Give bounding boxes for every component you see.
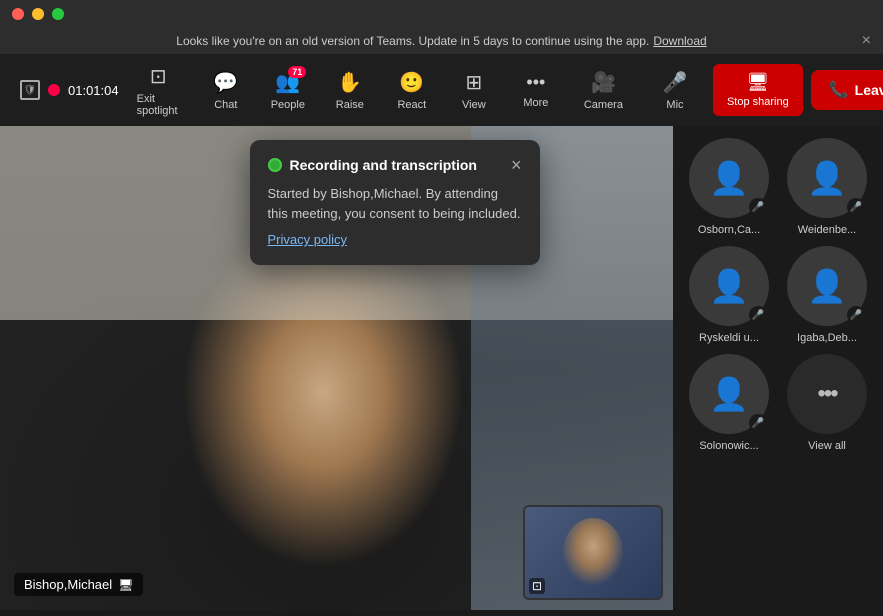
mic-indicator-osborn: 🎤 bbox=[749, 198, 767, 216]
video-area: Recording and transcription × Started by… bbox=[0, 126, 673, 610]
camera-icon: 🎥 bbox=[591, 70, 616, 95]
leave-label: Leave bbox=[855, 82, 883, 98]
toolbar-right: 🎥 Camera 🎤 Mic 🖥 Stop sharing 📞 Leave bbox=[570, 64, 883, 117]
speaker-name: Bishop,Michael bbox=[24, 577, 112, 592]
avatar-view-all: ••• bbox=[787, 354, 867, 434]
self-person-silhouette bbox=[563, 518, 623, 588]
people-badge: 71 bbox=[288, 66, 306, 78]
avatar-container-weidenbe: 👤 🎤 bbox=[787, 138, 867, 218]
view-button[interactable]: ⊞ View bbox=[444, 64, 504, 117]
popup-close-button[interactable]: × bbox=[511, 156, 522, 174]
raise-icon: ✋ bbox=[337, 70, 362, 95]
self-video-bg bbox=[525, 507, 661, 598]
participant-card-ryskeldi[interactable]: 👤 🎤 Ryskeldi u... bbox=[685, 246, 773, 344]
avatar-container-osborn: 👤 🎤 bbox=[689, 138, 769, 218]
self-video-thumbnail: ⊡ bbox=[523, 505, 663, 600]
banner-close-button[interactable]: × bbox=[862, 33, 871, 49]
chat-button[interactable]: 💬 Chat bbox=[196, 64, 256, 117]
raise-label: Raise bbox=[336, 99, 364, 111]
banner-text: Looks like you're on an old version of T… bbox=[176, 34, 649, 48]
react-button[interactable]: 🙂 React bbox=[382, 64, 442, 117]
toolbar: 🛡 01:01:04 ⊡ Exit spotlight 💬 Chat 👥71 P… bbox=[0, 54, 883, 126]
call-timer: 01:01:04 bbox=[68, 83, 119, 98]
react-icon: 🙂 bbox=[399, 70, 424, 95]
self-video-pip-icon: ⊡ bbox=[529, 578, 545, 594]
stop-sharing-label: Stop sharing bbox=[727, 96, 789, 108]
exit-spotlight-button[interactable]: ⊡ Exit spotlight bbox=[123, 58, 194, 123]
participant-card-igaba[interactable]: 👤 🎤 Igaba,Deb... bbox=[783, 246, 871, 344]
mic-indicator-solonowic: 🎤 bbox=[749, 414, 767, 432]
popup-title: Recording and transcription bbox=[290, 157, 477, 173]
popup-header: Recording and transcription × bbox=[268, 156, 522, 174]
avatar-container-solonowic: 👤 🎤 bbox=[689, 354, 769, 434]
popup-title-row: Recording and transcription bbox=[268, 157, 477, 173]
participant-name-solonowic: Solonowic... bbox=[699, 440, 758, 452]
avatar-container-view-all: ••• bbox=[787, 354, 867, 434]
mic-indicator-ryskeldi: 🎤 bbox=[749, 306, 767, 324]
avatar-container-igaba: 👤 🎤 bbox=[787, 246, 867, 326]
view-all-card[interactable]: ••• View all bbox=[783, 354, 871, 452]
chat-icon: 💬 bbox=[213, 70, 238, 95]
participant-name-igaba: Igaba,Deb... bbox=[797, 332, 857, 344]
raise-button[interactable]: ✋ Raise bbox=[320, 64, 380, 117]
stop-sharing-icon: 🖥 bbox=[746, 72, 769, 93]
privacy-policy-link[interactable]: Privacy policy bbox=[268, 232, 347, 247]
view-all-label: View all bbox=[808, 440, 846, 452]
mic-icon: 🎤 bbox=[663, 70, 688, 95]
people-icon: 👥71 bbox=[275, 70, 300, 95]
mic-label: Mic bbox=[666, 99, 683, 111]
more-label: More bbox=[523, 97, 548, 109]
popup-body-text: Started by Bishop,Michael. By attending … bbox=[268, 184, 522, 223]
mic-button[interactable]: 🎤 Mic bbox=[645, 64, 705, 117]
exit-spotlight-label: Exit spotlight bbox=[137, 93, 180, 117]
recording-popup: Recording and transcription × Started by… bbox=[250, 140, 540, 265]
minimize-button[interactable] bbox=[32, 8, 44, 20]
toolbar-center: ⊡ Exit spotlight 💬 Chat 👥71 People ✋ Rai… bbox=[123, 58, 566, 123]
speaker-name-badge: Bishop,Michael 🖥 bbox=[14, 573, 143, 596]
camera-button[interactable]: 🎥 Camera bbox=[570, 64, 637, 117]
record-indicator bbox=[48, 84, 60, 96]
people-button[interactable]: 👥71 People bbox=[258, 64, 318, 117]
participant-card-osborn[interactable]: 👤 🎤 Osborn,Ca... bbox=[685, 138, 773, 236]
update-banner: Looks like you're on an old version of T… bbox=[0, 28, 883, 54]
title-bar bbox=[0, 0, 883, 28]
participants-sidebar: 👤 🎤 Osborn,Ca... 👤 🎤 Weidenbe... 👤 🎤 Rys… bbox=[673, 126, 883, 610]
mic-indicator-weidenbe: 🎤 bbox=[847, 198, 865, 216]
close-button[interactable] bbox=[12, 8, 24, 20]
leave-button[interactable]: 📞 Leave bbox=[811, 70, 883, 110]
participant-name-ryskeldi: Ryskeldi u... bbox=[699, 332, 759, 344]
download-link[interactable]: Download bbox=[653, 34, 706, 48]
avatar-container-ryskeldi: 👤 🎤 bbox=[689, 246, 769, 326]
shield-icon: 🛡 bbox=[20, 80, 40, 100]
participant-card-weidenbe[interactable]: 👤 🎤 Weidenbe... bbox=[783, 138, 871, 236]
toolbar-left: 🛡 01:01:04 bbox=[20, 80, 119, 100]
leave-phone-icon: 📞 bbox=[829, 80, 849, 100]
participant-name-weidenbe: Weidenbe... bbox=[798, 224, 857, 236]
mic-indicator-igaba: 🎤 bbox=[847, 306, 865, 324]
view-label: View bbox=[462, 99, 486, 111]
maximize-button[interactable] bbox=[52, 8, 64, 20]
react-label: React bbox=[397, 99, 426, 111]
exit-spotlight-icon: ⊡ bbox=[150, 64, 167, 89]
view-icon: ⊞ bbox=[465, 70, 482, 95]
speaker-screen-icon: 🖥 bbox=[118, 578, 133, 592]
stop-sharing-button[interactable]: 🖥 Stop sharing bbox=[713, 64, 803, 116]
camera-label: Camera bbox=[584, 99, 623, 111]
more-button[interactable]: ••• More bbox=[506, 66, 566, 115]
main-content: Recording and transcription × Started by… bbox=[0, 126, 883, 610]
more-icon: ••• bbox=[526, 72, 545, 93]
participant-name-osborn: Osborn,Ca... bbox=[698, 224, 760, 236]
participant-card-solonowic[interactable]: 👤 🎤 Solonowic... bbox=[685, 354, 773, 452]
recording-dot bbox=[268, 158, 282, 172]
people-label: People bbox=[271, 99, 305, 111]
chat-label: Chat bbox=[214, 99, 237, 111]
